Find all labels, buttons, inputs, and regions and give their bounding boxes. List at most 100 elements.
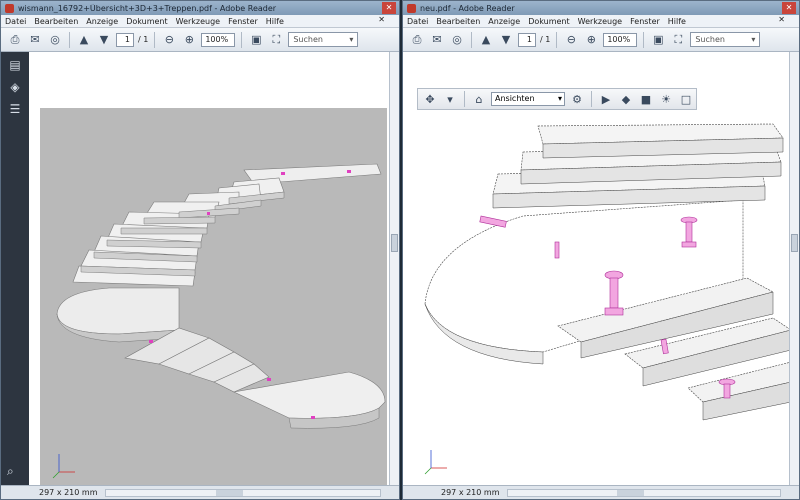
- staircase-3d-view[interactable]: [29, 52, 391, 487]
- fit-page-icon[interactable]: ⛶: [670, 32, 686, 48]
- menu-bearbeiten[interactable]: Bearbeiten: [34, 17, 78, 26]
- right-menu-close-icon[interactable]: ✕: [778, 15, 785, 24]
- email-icon[interactable]: ✉: [27, 32, 43, 48]
- menu-datei[interactable]: Datei: [407, 17, 428, 26]
- right-menubar: Datei Bearbeiten Anzeige Dokument Werkze…: [403, 15, 799, 28]
- menu-hilfe[interactable]: Hilfe: [668, 17, 686, 26]
- menu-werkzeuge[interactable]: Werkzeuge: [578, 17, 622, 26]
- menu-anzeige[interactable]: Anzeige: [86, 17, 118, 26]
- menu-hilfe[interactable]: Hilfe: [266, 17, 284, 26]
- right-titlebar[interactable]: neu.pdf - Adobe Reader ✕: [403, 1, 799, 15]
- toolbar-separator: [591, 91, 592, 107]
- staircase-wireframe-view[interactable]: [403, 52, 792, 487]
- model-tree-icon[interactable]: ☰: [7, 102, 23, 118]
- right-window-title: neu.pdf - Adobe Reader: [420, 3, 515, 13]
- zoom-in-icon[interactable]: ⊕: [181, 32, 197, 48]
- menu-dokument[interactable]: Dokument: [126, 17, 167, 26]
- left-horizontal-scrollbar[interactable]: [105, 489, 381, 497]
- model-tree-toggle-icon[interactable]: ⚙: [569, 91, 585, 107]
- menu-dokument[interactable]: Dokument: [528, 17, 569, 26]
- 3d-toolbar: ✥ ▾ ⌂ Ansichten ▾ ⚙ ▶ ◆ ■ ☀ □: [417, 88, 697, 110]
- left-statusbar: 297 x 210 mm: [1, 485, 399, 499]
- left-reader-window: wismann_16792+Übersicht+3D+3+Treppen.pdf…: [0, 0, 400, 500]
- down-arrow-icon[interactable]: ▼: [498, 32, 514, 48]
- adobe-reader-icon: [407, 3, 416, 13]
- render-mode-icon[interactable]: ■: [638, 91, 654, 107]
- page-size-label: 297 x 210 mm: [441, 488, 500, 497]
- menu-fenster[interactable]: Fenster: [630, 17, 660, 26]
- left-close-button[interactable]: ✕: [382, 2, 396, 14]
- left-titlebar[interactable]: wismann_16792+Übersicht+3D+3+Treppen.pdf…: [1, 1, 399, 15]
- printer-icon[interactable]: ⎙: [409, 32, 425, 48]
- toolbar-separator: [643, 31, 645, 48]
- zoom-level-input[interactable]: 100%: [201, 32, 236, 47]
- toolbar-separator: [464, 91, 465, 107]
- right-document-area[interactable]: ✥ ▾ ⌂ Ansichten ▾ ⚙ ▶ ◆ ■ ☀ □: [403, 52, 792, 487]
- right-toolbar: ⎙ ✉ ◎ ▲ ▼ 1 / 1 ⊖ ⊕ 100% ▣ ⛶ Suchen ▾: [403, 28, 799, 52]
- paperclip-icon[interactable]: ⌕: [7, 464, 14, 479]
- right-reader-window: neu.pdf - Adobe Reader ✕ Datei Bearbeite…: [402, 0, 800, 500]
- left-document-area[interactable]: [29, 52, 391, 487]
- home-view-icon[interactable]: ⌂: [471, 91, 487, 107]
- right-close-button[interactable]: ✕: [782, 2, 796, 14]
- views-select[interactable]: Ansichten ▾: [491, 92, 565, 106]
- rotate-tool-icon[interactable]: ✥: [422, 91, 438, 107]
- menu-fenster[interactable]: Fenster: [228, 17, 258, 26]
- email-icon[interactable]: ✉: [429, 32, 445, 48]
- search-input[interactable]: Suchen ▾: [690, 32, 761, 47]
- search-input[interactable]: Suchen ▾: [288, 32, 359, 47]
- layers-icon[interactable]: ◈: [7, 80, 23, 96]
- page-total: / 1: [540, 35, 551, 44]
- adobe-reader-icon: [5, 3, 14, 13]
- page-size-label: 297 x 210 mm: [39, 488, 98, 497]
- search-placeholder: Suchen: [293, 35, 323, 44]
- chevron-down-icon[interactable]: ▾: [442, 91, 458, 107]
- toolbar-separator: [241, 31, 243, 48]
- collaborate-icon[interactable]: ◎: [449, 32, 465, 48]
- chevron-down-icon[interactable]: ▾: [751, 33, 755, 46]
- fit-page-icon[interactable]: ⛶: [268, 32, 284, 48]
- pages-icon[interactable]: ▤: [7, 58, 23, 74]
- left-menubar: Datei Bearbeiten Anzeige Dokument Werkze…: [1, 15, 399, 28]
- views-select-label: Ansichten: [495, 94, 535, 103]
- menu-bearbeiten[interactable]: Bearbeiten: [436, 17, 480, 26]
- menu-anzeige[interactable]: Anzeige: [488, 17, 520, 26]
- toolbar-separator: [556, 31, 558, 48]
- down-arrow-icon[interactable]: ▼: [96, 32, 112, 48]
- up-arrow-icon[interactable]: ▲: [76, 32, 92, 48]
- projection-icon[interactable]: ◆: [618, 91, 634, 107]
- background-color-icon[interactable]: □: [678, 91, 694, 107]
- zoom-in-icon[interactable]: ⊕: [583, 32, 599, 48]
- scroll-thumb[interactable]: [391, 233, 398, 252]
- navigation-panel: ▤ ◈ ☰ ⌕: [1, 52, 29, 485]
- zoom-out-icon[interactable]: ⊖: [161, 32, 177, 48]
- save-icon[interactable]: ▣: [650, 32, 666, 48]
- page-number-input[interactable]: 1: [518, 32, 536, 47]
- left-vertical-scrollbar[interactable]: [389, 52, 399, 485]
- save-icon[interactable]: ▣: [248, 32, 264, 48]
- right-vertical-scrollbar[interactable]: [789, 52, 799, 485]
- zoom-level-input[interactable]: 100%: [603, 32, 638, 47]
- zoom-out-icon[interactable]: ⊖: [563, 32, 579, 48]
- menu-werkzeuge[interactable]: Werkzeuge: [176, 17, 220, 26]
- search-placeholder: Suchen: [695, 35, 725, 44]
- scroll-thumb[interactable]: [791, 233, 798, 252]
- left-menu-close-icon[interactable]: ✕: [378, 15, 385, 24]
- scroll-thumb[interactable]: [616, 490, 644, 496]
- menu-datei[interactable]: Datei: [5, 17, 26, 26]
- play-animation-icon[interactable]: ▶: [598, 91, 614, 107]
- left-toolbar: ⎙ ✉ ◎ ▲ ▼ 1 / 1 ⊖ ⊕ 100% ▣ ⛶ Suchen ▾: [1, 28, 399, 52]
- right-statusbar: 297 x 210 mm: [403, 485, 799, 499]
- toolbar-separator: [69, 31, 70, 48]
- collaborate-icon[interactable]: ◎: [47, 32, 63, 48]
- chevron-down-icon[interactable]: ▾: [349, 33, 353, 46]
- page-total: / 1: [138, 35, 149, 44]
- up-arrow-icon[interactable]: ▲: [478, 32, 494, 48]
- lighting-icon[interactable]: ☀: [658, 91, 674, 107]
- chevron-down-icon[interactable]: ▾: [558, 93, 562, 105]
- printer-icon[interactable]: ⎙: [7, 32, 23, 48]
- page-number-input[interactable]: 1: [116, 32, 134, 47]
- scroll-thumb[interactable]: [215, 490, 243, 496]
- right-horizontal-scrollbar[interactable]: [507, 489, 781, 497]
- toolbar-separator: [471, 31, 472, 48]
